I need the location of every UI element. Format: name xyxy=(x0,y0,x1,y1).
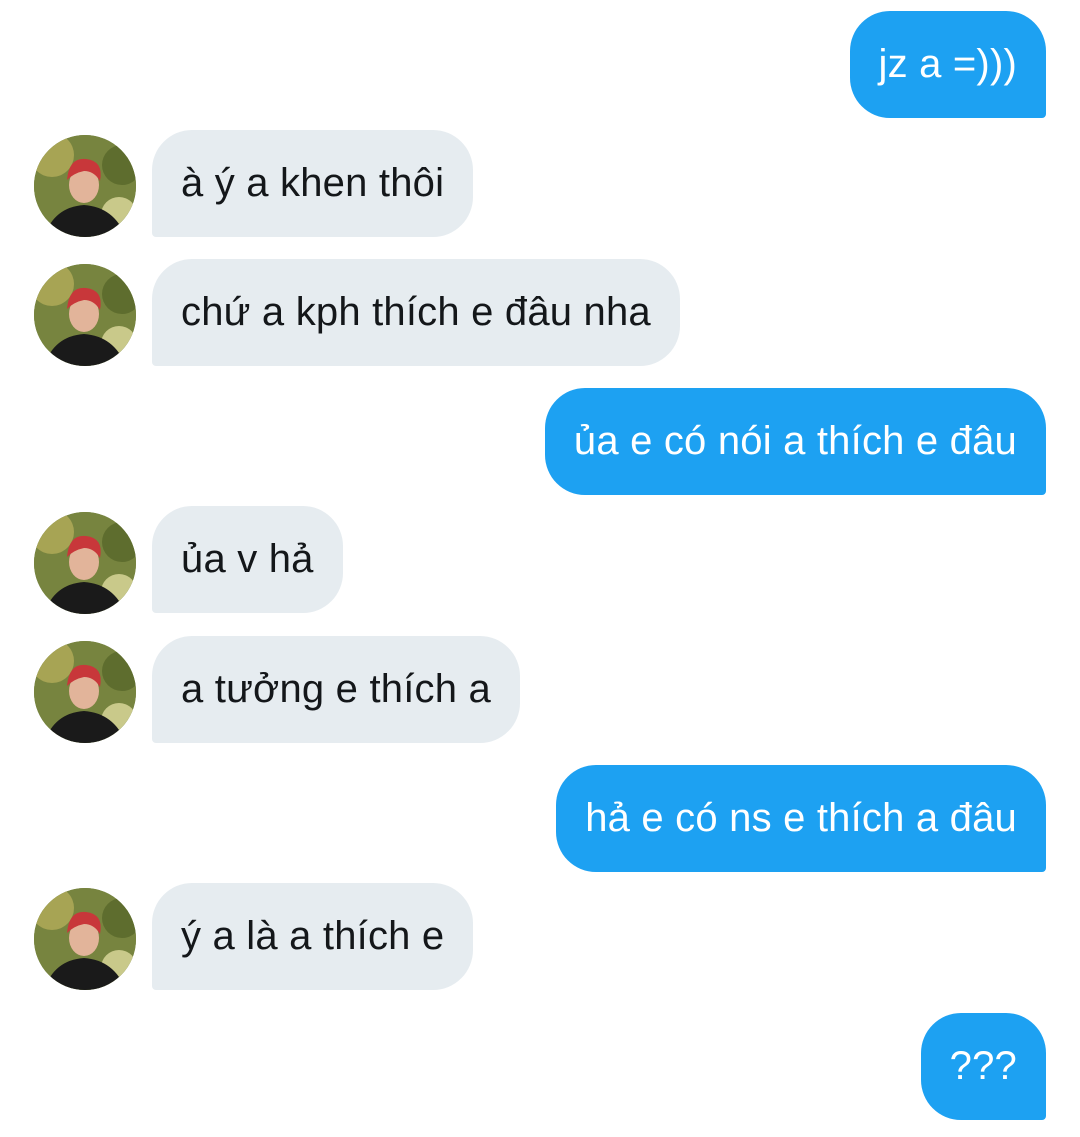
incoming-message-bubble[interactable]: ủa v hả xyxy=(152,506,343,613)
message-text: ??? xyxy=(949,1044,1017,1088)
message-text: a tưởng e thích a xyxy=(181,667,491,711)
avatar-photo-icon xyxy=(34,641,136,743)
outgoing-message-bubble[interactable]: ủa e có nói a thích e đâu xyxy=(544,388,1046,495)
incoming-message-bubble[interactable]: chứ a kph thích e đâu nha xyxy=(152,259,680,366)
avatar-photo-icon xyxy=(34,512,136,614)
message-text: ý a là a thích e xyxy=(181,914,445,958)
message-text: ủa e có nói a thích e đâu xyxy=(573,419,1017,463)
avatar-photo-icon xyxy=(34,888,136,990)
incoming-message-bubble[interactable]: a tưởng e thích a xyxy=(152,636,520,743)
contact-avatar[interactable] xyxy=(34,641,136,743)
outgoing-message-bubble[interactable]: jz a =))) xyxy=(849,11,1046,118)
message-text: jz a =))) xyxy=(878,42,1017,86)
contact-avatar[interactable] xyxy=(34,264,136,366)
avatar-photo-icon xyxy=(34,135,136,237)
outgoing-message-bubble[interactable]: hả e có ns e thích a đâu xyxy=(556,765,1046,872)
message-text: chứ a kph thích e đâu nha xyxy=(181,290,651,334)
message-text: ủa v hả xyxy=(181,537,314,581)
contact-avatar[interactable] xyxy=(34,512,136,614)
message-text: hả e có ns e thích a đâu xyxy=(585,796,1017,840)
contact-avatar[interactable] xyxy=(34,135,136,237)
contact-avatar[interactable] xyxy=(34,888,136,990)
incoming-message-bubble[interactable]: à ý a khen thôi xyxy=(152,130,474,237)
incoming-message-bubble[interactable]: ý a là a thích e xyxy=(152,883,474,990)
outgoing-message-bubble[interactable]: ??? xyxy=(920,1013,1046,1120)
avatar-photo-icon xyxy=(34,264,136,366)
message-text: à ý a khen thôi xyxy=(181,161,445,205)
message-thread: jz a =))) à ý a khen thôi chứ a kph thíc… xyxy=(0,0,1080,1137)
